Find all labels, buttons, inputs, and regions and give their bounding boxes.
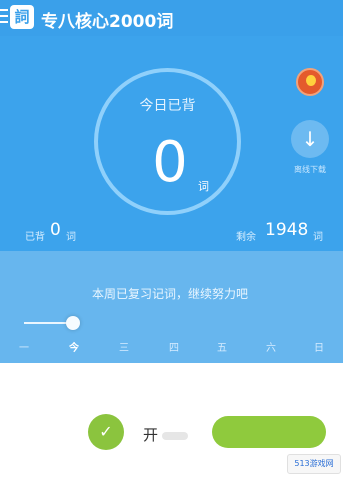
day-label: 四 [169, 343, 179, 354]
watermark: 513游戏网 [287, 454, 341, 474]
day-label-active: 今 [69, 343, 79, 354]
week-progress-thumb[interactable] [66, 316, 80, 330]
remaining-label: 剩余 [236, 232, 256, 243]
day-label: 五 [217, 343, 227, 354]
day-label: 一 [19, 343, 29, 354]
blurred-text [162, 432, 188, 440]
week-note: 本周已复习记词，继续努力吧 [91, 287, 248, 301]
learned-count: 0 [50, 220, 61, 240]
action-text: 开 [143, 426, 159, 444]
download-label: 离线下载 [294, 165, 326, 174]
lightbulb-icon[interactable] [296, 68, 324, 96]
remaining-unit: 词 [313, 232, 323, 243]
learned-label: 已背 [25, 232, 45, 243]
download-icon[interactable]: ↓ [291, 120, 329, 158]
app-title: 专八核心2000词 [41, 12, 174, 32]
today-count: 0 [152, 130, 188, 195]
day-label: 六 [266, 343, 276, 354]
learned-unit: 词 [66, 232, 76, 243]
remaining-count: 1948 [265, 220, 309, 240]
day-label: 日 [314, 343, 324, 354]
today-label: 今日已背 [139, 98, 196, 114]
menu-icon[interactable] [0, 9, 8, 25]
day-label: 三 [119, 343, 129, 354]
start-button[interactable]: ✓ [88, 414, 124, 450]
app-logo: 詞 [10, 5, 34, 29]
today-unit: 词 [198, 180, 209, 193]
continue-button[interactable] [212, 416, 326, 448]
app-header: 詞 专八核心2000词 [0, 0, 343, 36]
